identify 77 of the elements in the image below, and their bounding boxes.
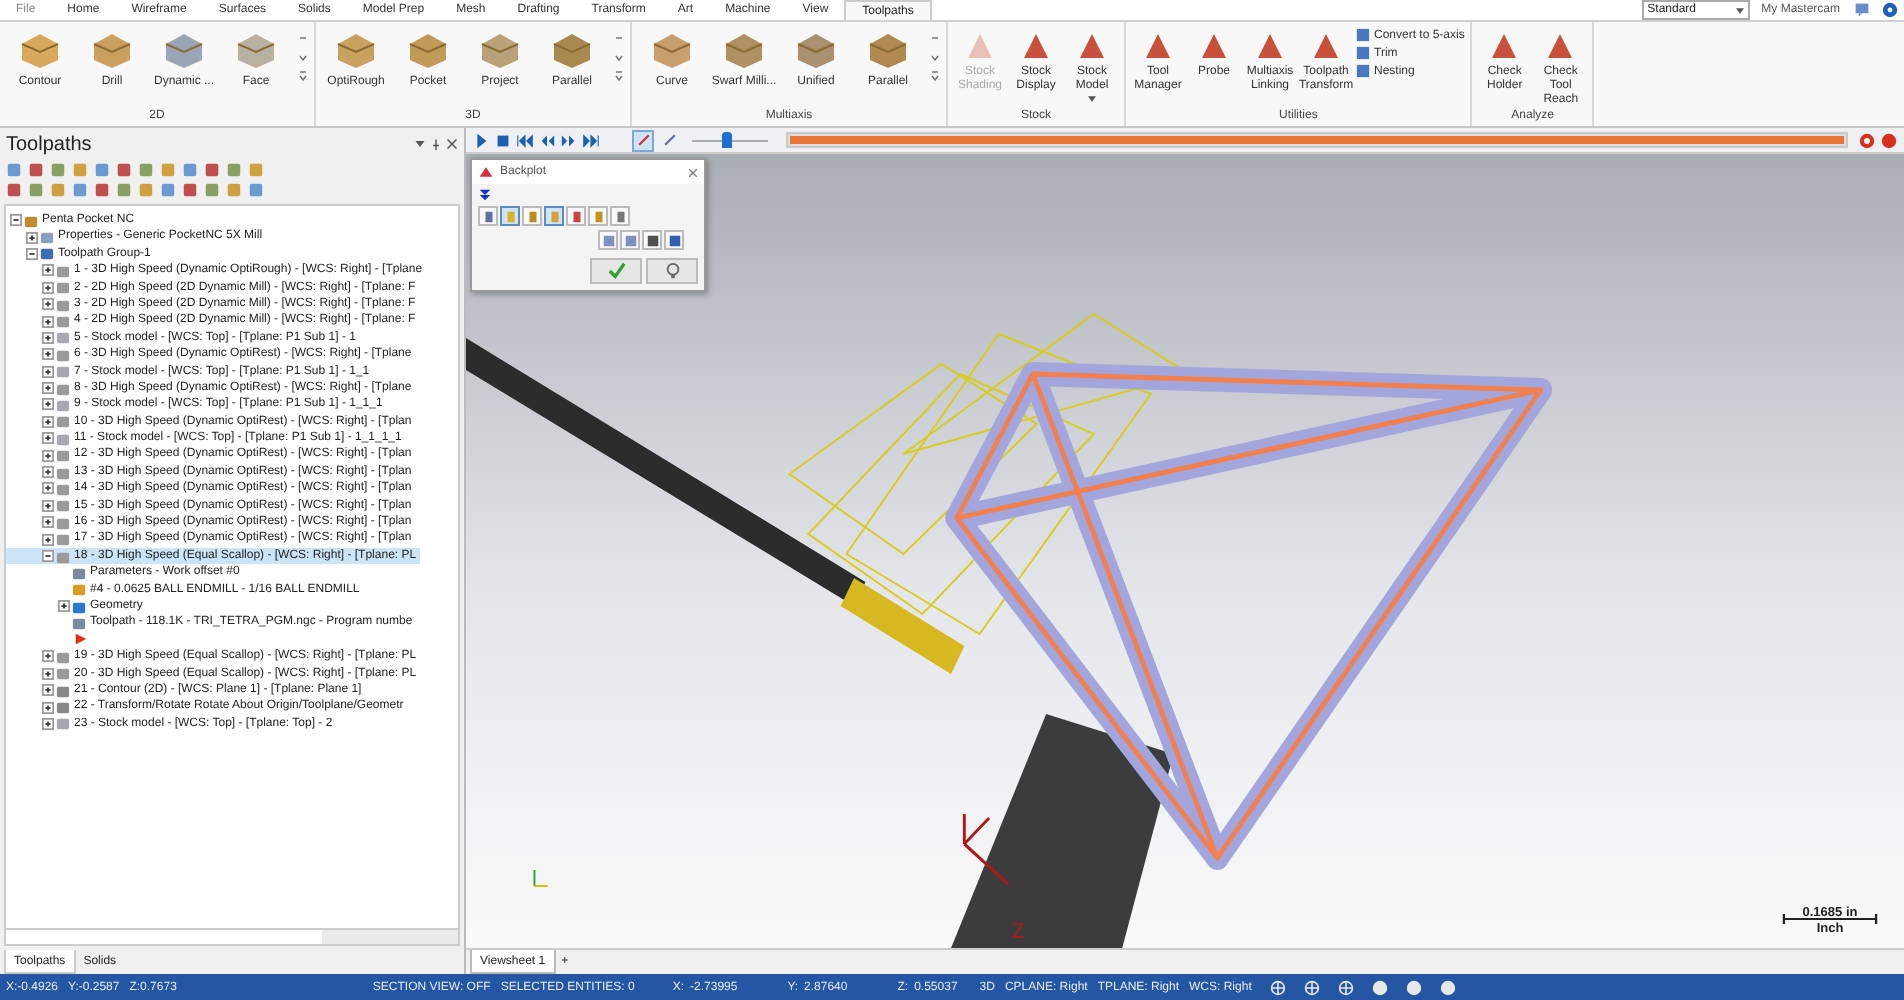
expand-toggle[interactable] (42, 432, 54, 445)
part-icon (550, 28, 594, 68)
expand-toggle[interactable] (10, 214, 22, 227)
option-button[interactable] (544, 206, 564, 226)
view-icon[interactable] (1303, 979, 1320, 995)
part-icon (234, 28, 278, 68)
backplot-icon (478, 164, 494, 180)
expand-toggle[interactable] (42, 449, 54, 462)
flag-icon (74, 632, 88, 647)
view-icon[interactable] (1337, 979, 1354, 995)
option-button[interactable] (500, 206, 520, 226)
slider-thumb[interactable] (721, 132, 732, 148)
expand-toggle[interactable] (42, 650, 54, 663)
scale-bar (1782, 913, 1878, 923)
skip-forward-icon[interactable] (582, 131, 600, 149)
option-button[interactable] (522, 206, 542, 226)
ok-button[interactable] (590, 258, 642, 284)
option-button[interactable] (478, 206, 498, 226)
expand-toggle[interactable] (42, 550, 54, 562)
speed-slider[interactable] (692, 130, 768, 150)
toggle-button[interactable] (632, 129, 654, 151)
part-icon (406, 28, 450, 68)
expand-toggle[interactable] (42, 264, 54, 277)
caret-icon (1735, 7, 1744, 13)
expand-toggle[interactable] (42, 348, 54, 361)
check-icon (607, 262, 625, 280)
expand-toggle[interactable] (42, 499, 54, 512)
expand-toggle[interactable] (42, 533, 54, 546)
expand-toggle[interactable] (42, 415, 54, 428)
expand-toggle[interactable] (42, 298, 54, 311)
chat-icon[interactable] (1854, 2, 1870, 18)
part-icon (866, 28, 910, 68)
part-icon (794, 28, 838, 68)
part-icon (90, 28, 134, 68)
part-icon (650, 28, 694, 68)
part-icon (722, 28, 766, 68)
step-back-icon[interactable] (538, 131, 556, 149)
axis-label: Z (1011, 919, 1025, 945)
view-icon[interactable] (1269, 979, 1286, 995)
horizontal-scrollbar[interactable] (4, 930, 460, 946)
lightbulb-icon (663, 262, 681, 280)
expand-toggle[interactable] (26, 231, 38, 244)
part-icon (334, 28, 378, 68)
stop-icon[interactable] (494, 131, 512, 149)
help-button[interactable] (646, 258, 698, 284)
part-icon (18, 28, 62, 68)
skip-back-icon[interactable] (516, 131, 534, 149)
expand-toggle[interactable] (42, 281, 54, 294)
expand-toggle[interactable] (42, 684, 54, 697)
expand-toggle[interactable] (42, 701, 54, 714)
expand-toggle[interactable] (26, 247, 38, 260)
option-button[interactable] (610, 206, 630, 226)
close-icon[interactable] (688, 167, 698, 177)
caret-icon[interactable] (414, 138, 426, 150)
caret-icon (1088, 95, 1096, 102)
help-icon[interactable] (1882, 2, 1898, 18)
pin-icon[interactable] (430, 138, 442, 150)
expand-toggle[interactable] (42, 382, 54, 395)
expand-toggle[interactable] (42, 331, 54, 344)
expand-toggle[interactable] (42, 398, 54, 411)
expand-toggle[interactable] (42, 365, 54, 378)
option-button[interactable] (566, 206, 586, 226)
expand-toggle[interactable] (42, 667, 54, 680)
progress-track[interactable] (786, 132, 1848, 148)
expand-toggle[interactable] (42, 315, 54, 328)
close-icon[interactable] (446, 138, 458, 150)
expand-toggle[interactable] (42, 482, 54, 495)
option-button[interactable] (588, 206, 608, 226)
part-icon (478, 28, 522, 68)
expand-toggle[interactable] (42, 717, 54, 730)
collapse-icon[interactable] (478, 188, 492, 202)
expand-toggle[interactable] (42, 516, 54, 529)
expand-toggle[interactable] (58, 600, 70, 613)
expand-toggle[interactable] (42, 466, 54, 479)
part-icon (162, 28, 206, 68)
step-forward-icon[interactable] (560, 131, 578, 149)
panel-title: Toolpaths (6, 133, 94, 155)
